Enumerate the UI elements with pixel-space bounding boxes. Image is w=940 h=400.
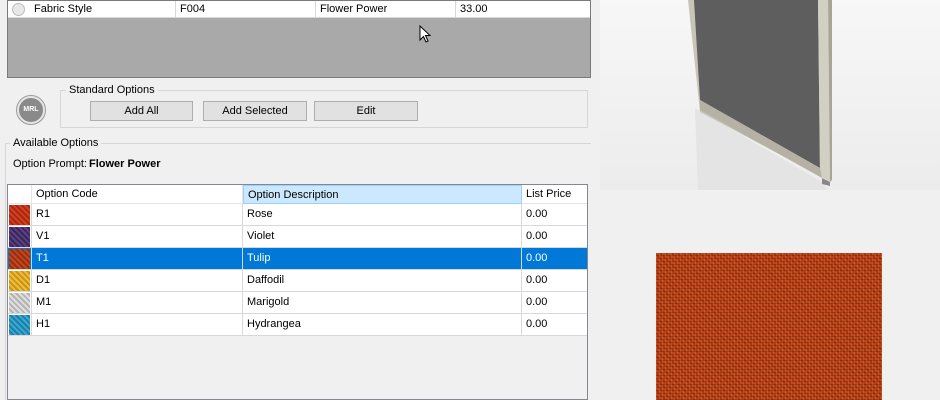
option-description: Tulip <box>243 248 522 269</box>
option-code: T1 <box>32 248 243 269</box>
table-row[interactable]: D1 Daffodil 0.00 <box>8 270 587 292</box>
office-panel-render <box>600 0 940 190</box>
table-row[interactable]: H1 Hydrangea 0.00 <box>8 314 587 336</box>
row-code: F004 <box>176 1 316 18</box>
option-prompt-value: Flower Power <box>89 158 161 170</box>
fabric-style-icon <box>12 3 25 16</box>
option-code: D1 <box>32 270 243 291</box>
options-table[interactable]: Option Code Option Description List Pric… <box>7 184 588 400</box>
option-code: V1 <box>32 226 243 247</box>
panel-3d-preview <box>600 0 940 190</box>
header-option-description[interactable]: Option Description <box>243 185 522 204</box>
fabric-sample-image <box>656 253 882 400</box>
header-list-price[interactable]: List Price <box>522 185 589 204</box>
swatch-cell <box>8 226 32 247</box>
option-description: Daffodil <box>243 270 522 291</box>
table-row[interactable]: Fabric Style F004 Flower Power 33.00 <box>8 1 590 18</box>
swatch-cell <box>8 314 32 335</box>
table-row[interactable]: V1 Violet 0.00 <box>8 226 587 248</box>
table-header: Option Code Option Description List Pric… <box>8 185 587 204</box>
header-swatch-column <box>8 185 32 204</box>
mrl-logo: MRL <box>16 95 46 125</box>
list-price: 0.00 <box>526 296 548 308</box>
row-price: 33.00 <box>460 3 488 15</box>
items-grid[interactable]: Fabric Style F004 Flower Power 33.00 <box>7 0 591 78</box>
swatch-cell <box>8 292 32 313</box>
option-description: Violet <box>243 226 522 247</box>
table-row[interactable]: M1 Marigold 0.00 <box>8 292 587 314</box>
row-name: Fabric Style <box>30 1 176 18</box>
list-price: 0.00 <box>526 208 548 220</box>
header-option-code[interactable]: Option Code <box>32 185 243 204</box>
mouse-cursor-icon <box>419 25 432 43</box>
edit-button[interactable]: Edit <box>314 101 418 121</box>
list-price: 0.00 <box>526 230 548 242</box>
add-all-button[interactable]: Add All <box>90 101 193 121</box>
available-options-legend: Available Options <box>10 137 102 149</box>
swatch-cell <box>8 270 32 291</box>
row-description: Flower Power <box>316 1 456 18</box>
option-description: Hydrangea <box>243 314 522 335</box>
option-description: Marigold <box>243 292 522 313</box>
option-code: M1 <box>32 292 243 313</box>
standard-options-legend: Standard Options <box>66 84 158 96</box>
option-prompt-label: Option Prompt: <box>13 158 87 170</box>
swatch-cell <box>8 248 32 269</box>
option-description: Rose <box>243 204 522 225</box>
list-price: 0.00 <box>526 252 548 264</box>
option-code: H1 <box>32 314 243 335</box>
list-price: 0.00 <box>526 274 548 286</box>
swatch-cell <box>8 204 32 225</box>
standard-options-group: Standard Options Add All Add Selected Ed… <box>60 84 588 128</box>
table-row-selected[interactable]: T1 Tulip 0.00 <box>8 248 587 270</box>
list-price: 0.00 <box>526 318 548 330</box>
table-row[interactable]: R1 Rose 0.00 <box>8 204 587 226</box>
add-selected-button[interactable]: Add Selected <box>203 101 307 121</box>
option-code: R1 <box>32 204 243 225</box>
